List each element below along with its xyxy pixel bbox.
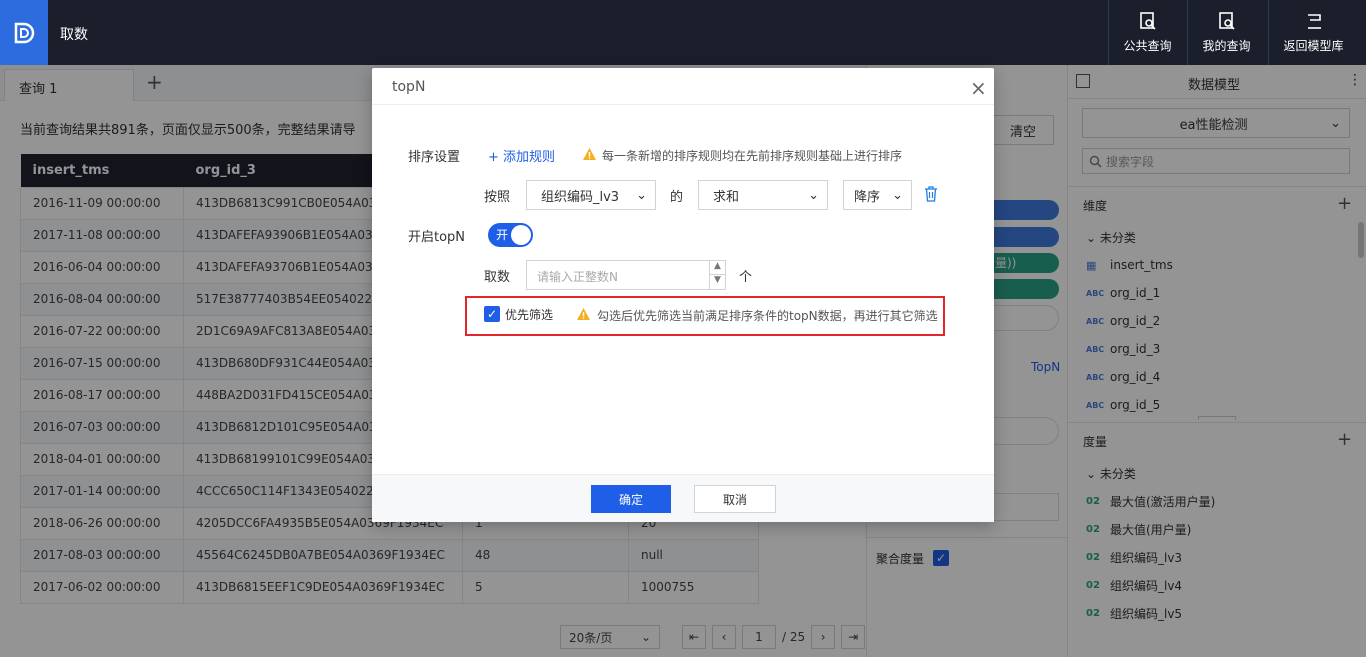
- warning-icon: [583, 148, 596, 160]
- public-query-button[interactable]: 公共查询: [1108, 0, 1186, 65]
- app-title: 取数: [60, 27, 88, 43]
- trash-icon[interactable]: [924, 186, 938, 202]
- enable-topn-label: 开启topN: [408, 230, 466, 245]
- toggle-knob: [511, 225, 531, 245]
- priority-filter-tip: 勾选后优先筛选当前满足排序条件的topN数据，再进行其它筛选: [597, 309, 938, 323]
- confirm-button[interactable]: 确定: [591, 485, 671, 513]
- by-label: 按照: [484, 190, 511, 205]
- order-select[interactable]: 降序 ⌄: [843, 180, 912, 210]
- chevron-down-icon: ⌄: [808, 187, 819, 203]
- enable-topn-toggle[interactable]: 开: [488, 223, 533, 247]
- close-icon[interactable]: ×: [970, 76, 987, 100]
- sort-tip: 每一条新增的排序规则均在先前排序规则基础上进行排序: [602, 149, 903, 163]
- add-rule-link[interactable]: + 添加规则: [488, 146, 555, 165]
- stepper-down-icon[interactable]: ▼: [709, 275, 725, 289]
- divider: [372, 104, 994, 105]
- cancel-button[interactable]: 取消: [694, 485, 776, 513]
- logo-icon: [14, 22, 35, 43]
- return-model-label: 返回模型库: [1283, 39, 1344, 53]
- dialog-title: topN: [392, 79, 426, 95]
- aggregation-value: 求和: [713, 189, 740, 205]
- stepper-up-icon[interactable]: ▲: [709, 261, 725, 275]
- sort-field-value: 组织编码_lv3: [541, 189, 620, 205]
- my-query-icon: [1218, 12, 1235, 30]
- public-query-label: 公共查询: [1123, 39, 1172, 53]
- dialog-footer: [372, 474, 994, 522]
- warning-icon: [577, 308, 590, 320]
- sort-field-select[interactable]: 组织编码_lv3 ⌄: [526, 180, 656, 210]
- topn-dialog: topN × 排序设置 + 添加规则 每一条新增的排序规则均在先前排序规则基础上…: [372, 68, 994, 522]
- chevron-down-icon: ⌄: [892, 187, 903, 203]
- priority-filter-checkbox[interactable]: ✓: [484, 306, 500, 322]
- toggle-text: 开: [496, 228, 509, 242]
- take-count-placeholder: 请输入正整数N: [537, 270, 618, 284]
- sort-settings-label: 排序设置: [408, 150, 461, 165]
- take-count-label: 取数: [484, 270, 511, 285]
- priority-filter-label[interactable]: 优先筛选: [505, 306, 553, 323]
- return-icon: [1307, 14, 1321, 29]
- chevron-down-icon: ⌄: [636, 187, 647, 203]
- order-value: 降序: [854, 189, 881, 205]
- of-label: 的: [670, 190, 684, 205]
- public-query-icon: [1139, 12, 1156, 30]
- my-query-label: 我的查询: [1202, 39, 1251, 53]
- aggregation-select[interactable]: 求和 ⌄: [698, 180, 828, 210]
- take-count-input[interactable]: 请输入正整数N ▲ ▼: [526, 260, 726, 290]
- my-query-button[interactable]: 我的查询: [1187, 0, 1265, 65]
- unit-label: 个: [739, 270, 753, 285]
- return-model-button[interactable]: 返回模型库: [1268, 0, 1358, 65]
- app-logo[interactable]: [0, 0, 48, 65]
